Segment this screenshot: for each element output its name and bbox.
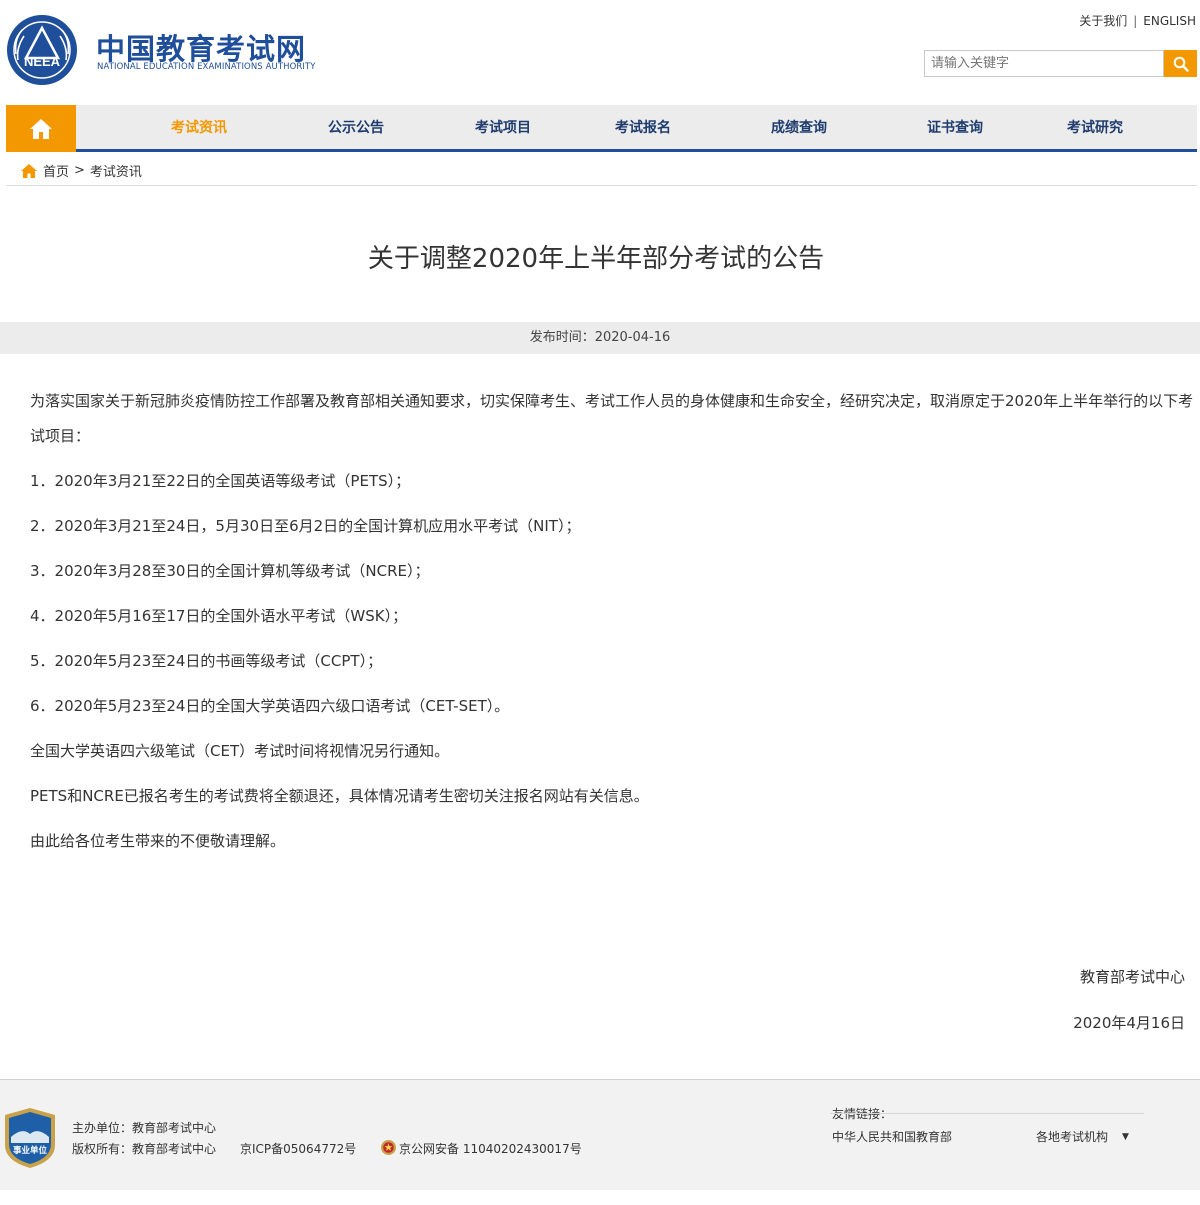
footer-copyright: 版权所有：教育部考试中心: [72, 1142, 217, 1156]
breadcrumb-home[interactable]: 首页: [43, 161, 69, 180]
nav-item-announcements[interactable]: 公示公告: [328, 105, 384, 152]
footer-icp-link[interactable]: 京ICP备05064772号: [240, 1140, 356, 1157]
english-link[interactable]: ENGLISH: [1143, 14, 1196, 28]
home-icon: [30, 118, 52, 139]
nav-item-registration[interactable]: 考试报名: [615, 105, 671, 152]
exam-item: 3．2020年3月28至30日的全国计算机等级考试（NCRE）；: [30, 562, 430, 580]
main-nav: 考试资讯 公示公告 考试项目 考试报名 成绩查询 证书查询 考试研究: [6, 105, 1197, 152]
top-links-divider: |: [1133, 14, 1138, 28]
nav-item-exam-research[interactable]: 考试研究: [1067, 105, 1123, 152]
article-content: 为落实国家关于新冠肺炎疫情防控工作部署及教育部相关通知要求，切实保障考生、考试工…: [30, 384, 1198, 869]
publish-time: 发布时间：2020-04-16: [0, 322, 1200, 354]
article-note-apology: 由此给各位考生带来的不便敬请理解。: [30, 832, 286, 850]
police-badge-icon: [381, 1140, 396, 1155]
search-icon: [1173, 56, 1189, 72]
search-input[interactable]: [924, 50, 1164, 77]
article-date: 2020年4月16日: [1073, 1014, 1185, 1032]
footer-sponsor: 主办单位：教育部考试中心: [72, 1121, 217, 1135]
exam-item: 2．2020年3月21至24日，5月30日至6月2日的全国计算机应用水平考试（N…: [30, 517, 581, 535]
breadcrumb-divider: [6, 185, 1197, 186]
exam-item: 4．2020年5月16至17日的全国外语水平考试（WSK）；: [30, 607, 408, 625]
logo-emblem-text: NEEA: [24, 54, 61, 69]
exam-item: 5．2020年5月23至24日的书画等级考试（CCPT）；: [30, 652, 383, 670]
site-header: NEEA 中国教育考试网 NATIONAL EDUCATION EXAMINAT…: [0, 0, 1200, 105]
home-icon: [21, 163, 37, 178]
search-button[interactable]: [1164, 50, 1197, 77]
chevron-down-icon: ▼: [1122, 1131, 1129, 1142]
local-exam-agencies-label: 各地考试机构: [1036, 1130, 1109, 1144]
breadcrumb-current[interactable]: 考试资讯: [90, 161, 142, 180]
badge-text: 事业单位: [13, 1145, 48, 1156]
friendly-links-divider: [830, 1113, 1144, 1114]
institution-badge-icon[interactable]: 事业单位: [4, 1107, 56, 1169]
site-logo-en: NATIONAL EDUCATION EXAMINATIONS AUTHORIT…: [97, 62, 316, 72]
footer-link-moe[interactable]: 中华人民共和国教育部: [832, 1128, 952, 1145]
article-signature: 教育部考试中心: [1079, 968, 1185, 986]
neea-emblem-logo[interactable]: NEEA: [6, 14, 78, 86]
local-exam-agencies-select[interactable]: 各地考试机构 ▼: [1036, 1128, 1129, 1145]
nav-item-exam-projects[interactable]: 考试项目: [475, 105, 531, 152]
footer-police-link[interactable]: 京公网安备 11040202430017号: [399, 1140, 582, 1157]
breadcrumb-separator: >: [74, 163, 85, 178]
nav-home-button[interactable]: [6, 105, 76, 152]
nav-item-exam-news[interactable]: 考试资讯: [171, 105, 227, 152]
nav-item-certificate-query[interactable]: 证书查询: [927, 105, 983, 152]
about-link[interactable]: 关于我们: [1079, 14, 1127, 28]
breadcrumb: 首页 > 考试资讯: [20, 161, 142, 180]
article-title: 关于调整2020年上半年部分考试的公告: [367, 244, 825, 274]
exam-item: 1．2020年3月21至22日的全国英语等级考试（PETS）；: [30, 472, 411, 490]
nav-item-score-query[interactable]: 成绩查询: [771, 105, 827, 152]
top-links: 关于我们 | ENGLISH: [1079, 12, 1196, 29]
exam-item: 6．2020年5月23至24日的全国大学英语四六级口语考试（CET-SET）。: [30, 697, 510, 715]
site-footer: 事业单位 主办单位：教育部考试中心 版权所有：教育部考试中心 京ICP备0506…: [0, 1079, 1200, 1190]
article-note-refund: PETS和NCRE已报名考生的考试费将全额退还，具体情况请考生密切关注报名网站有…: [30, 787, 649, 805]
article-note-cet: 全国大学英语四六级笔试（CET）考试时间将视情况另行通知。: [30, 742, 450, 760]
article-intro: 为落实国家关于新冠肺炎疫情防控工作部署及教育部相关通知要求，切实保障考生、考试工…: [30, 392, 1194, 445]
